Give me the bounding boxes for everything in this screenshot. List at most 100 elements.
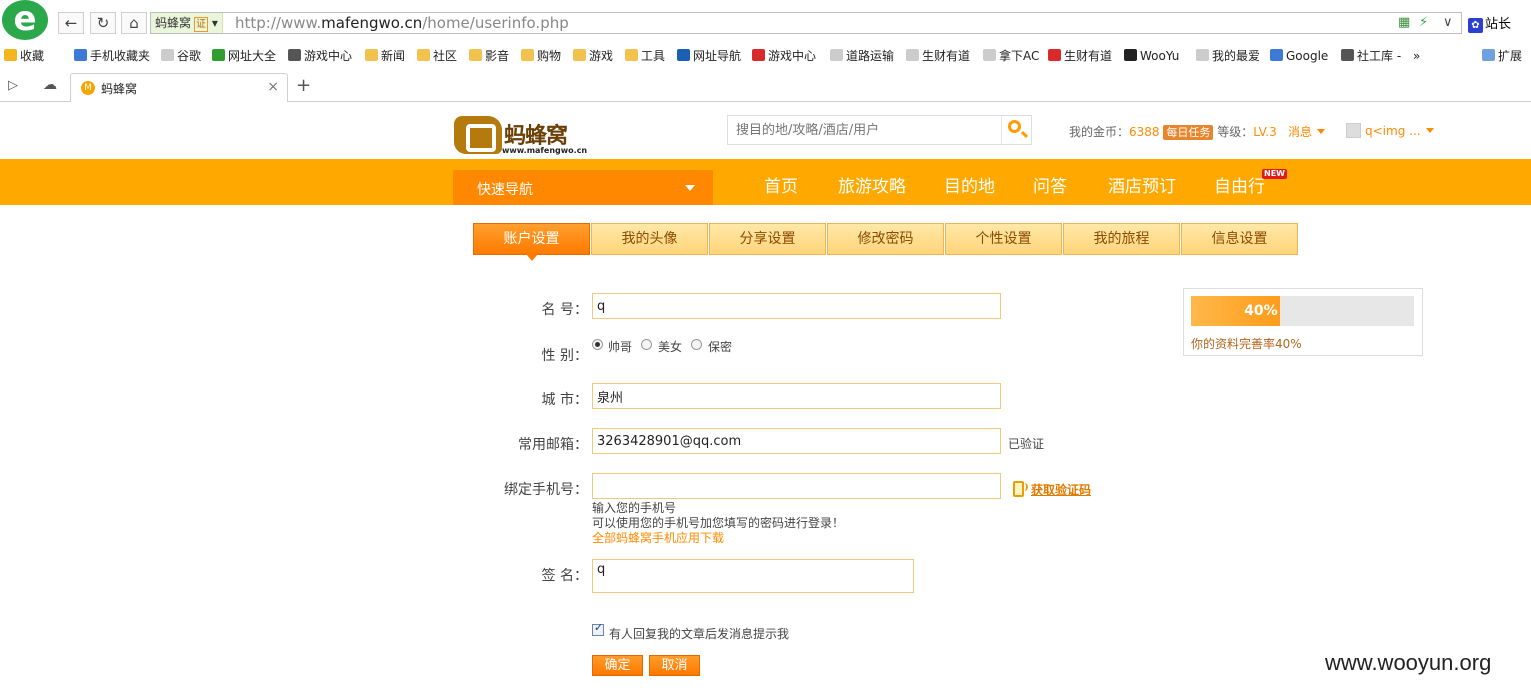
nav-free-travel[interactable]: 自由行 bbox=[1214, 172, 1265, 197]
bookmark-icon bbox=[1196, 49, 1209, 61]
qr-code-icon[interactable]: ▦ bbox=[1398, 15, 1410, 30]
bookmark-item[interactable]: 工具 bbox=[625, 48, 665, 64]
bookmark-item[interactable]: 收藏 bbox=[4, 48, 44, 64]
phone-input[interactable] bbox=[592, 473, 1001, 499]
tab-personal-settings[interactable]: 个性设置 bbox=[945, 223, 1062, 255]
bookmark-icon bbox=[1341, 49, 1354, 61]
user-menu[interactable]: q<img ... bbox=[1346, 123, 1434, 138]
daily-task-button[interactable]: 每日任务 bbox=[1163, 125, 1214, 140]
tab-title: 蚂蜂窝 bbox=[101, 82, 138, 96]
search-button[interactable] bbox=[1001, 116, 1031, 144]
bookmark-label: 影音 bbox=[485, 49, 510, 63]
bookmark-item[interactable]: 拿下AC bbox=[983, 48, 1039, 64]
bookmark-icon bbox=[1270, 49, 1283, 61]
cancel-button[interactable]: 取消 bbox=[649, 655, 700, 676]
bookmark-item[interactable]: WooYu bbox=[1124, 48, 1179, 64]
notify-label: 有人回复我的文章后发消息提示我 bbox=[609, 627, 790, 641]
search-box bbox=[727, 115, 1032, 145]
close-tab-icon[interactable]: × bbox=[267, 79, 279, 95]
refresh-icon[interactable]: ↻ bbox=[90, 12, 116, 34]
bookmark-item[interactable]: 新闻 bbox=[365, 48, 405, 64]
sidebar-toggle-icon[interactable]: ▷ bbox=[8, 78, 18, 93]
confirm-button[interactable]: 确定 bbox=[592, 655, 643, 676]
browser-tab[interactable]: M 蚂蜂窝 × bbox=[70, 73, 288, 102]
tab-strip: ▷ ☁ M 蚂蜂窝 × + bbox=[0, 70, 1531, 102]
gender-secret-radio[interactable] bbox=[691, 339, 702, 350]
bookmark-item[interactable]: 游戏 bbox=[573, 48, 613, 64]
gender-female-radio[interactable] bbox=[641, 339, 652, 350]
bookmark-item[interactable]: 网址大全 bbox=[212, 48, 276, 64]
bookmark-item[interactable]: 谷歌 bbox=[161, 48, 201, 64]
bookmark-item[interactable]: 游戏中心 bbox=[288, 48, 352, 64]
bookmark-icon bbox=[4, 49, 17, 61]
bookmark-label: 收藏 bbox=[20, 49, 45, 63]
app-download-link[interactable]: 全部蚂蜂窝手机应用下载 bbox=[592, 529, 724, 546]
bookmark-item[interactable]: 社区 bbox=[417, 48, 457, 64]
bookmark-icon bbox=[830, 49, 843, 61]
bookmark-item[interactable]: 网址导航 bbox=[677, 48, 741, 64]
get-code-link[interactable]: 获取验证码 bbox=[1031, 481, 1091, 498]
bookmark-item[interactable]: 生财有道 bbox=[1048, 48, 1112, 64]
gender-label: 性 别： bbox=[541, 348, 588, 364]
home-icon[interactable]: ⌂ bbox=[121, 12, 147, 34]
nav-home[interactable]: 首页 bbox=[764, 172, 798, 197]
bookmark-icon bbox=[365, 49, 378, 61]
new-tab-icon[interactable]: + bbox=[296, 75, 311, 96]
gender-male-radio[interactable] bbox=[592, 339, 603, 350]
name-input[interactable] bbox=[592, 293, 1001, 319]
signature-input[interactable]: q bbox=[592, 559, 914, 593]
cloud-icon[interactable]: ☁ bbox=[43, 77, 57, 93]
station-button[interactable]: ✿ 站长 bbox=[1468, 13, 1511, 33]
url-bar[interactable]: 蚂蜂窝证 ▾ http://www.mafengwo.cn/home/useri… bbox=[150, 12, 1462, 34]
bookmark-item[interactable]: 影音 bbox=[469, 48, 509, 64]
bookmark-item[interactable]: 我的最爱 bbox=[1196, 48, 1260, 64]
back-icon[interactable]: ← bbox=[58, 12, 84, 34]
tab-info-settings[interactable]: 信息设置 bbox=[1181, 223, 1298, 255]
tab-share-settings[interactable]: 分享设置 bbox=[709, 223, 826, 255]
tab-my-trips[interactable]: 我的旅程 bbox=[1063, 223, 1180, 255]
bookmark-icon bbox=[74, 49, 87, 61]
url-host: mafengwo.cn bbox=[321, 14, 423, 32]
bookmark-label: 游戏中心 bbox=[768, 49, 817, 63]
bookmark-item[interactable]: 道路运输 bbox=[830, 48, 894, 64]
url-text[interactable]: http://www.mafengwo.cn/home/userinfo.php bbox=[235, 13, 569, 33]
profile-completion-box: 40% 你的资料完善率40% bbox=[1183, 288, 1423, 356]
bookmark-item[interactable]: 购物 bbox=[521, 48, 561, 64]
site-identity-badge[interactable]: 蚂蜂窝证 ▾ bbox=[151, 13, 223, 33]
quick-nav-dropdown[interactable]: 快速导航 bbox=[453, 170, 713, 205]
bookmark-item[interactable]: 社工库 - bbox=[1341, 48, 1401, 64]
city-input[interactable] bbox=[592, 383, 1001, 409]
tab-avatar[interactable]: 我的头像 bbox=[591, 223, 708, 255]
nav-hotels[interactable]: 酒店预订 bbox=[1108, 172, 1176, 197]
more-bookmarks-icon[interactable]: » bbox=[1413, 48, 1420, 64]
messages-label: 消息 bbox=[1288, 125, 1313, 139]
nav-guides[interactable]: 旅游攻略 bbox=[838, 172, 906, 197]
nav-qa[interactable]: 问答 bbox=[1033, 172, 1067, 197]
tab-account-settings[interactable]: 账户设置 bbox=[473, 223, 590, 261]
gender-secret-label: 保密 bbox=[708, 340, 733, 354]
nav-destinations[interactable]: 目的地 bbox=[944, 172, 995, 197]
bookmark-item[interactable]: 手机收藏夹 bbox=[74, 48, 150, 64]
bookmark-icon bbox=[212, 49, 225, 61]
chevron-down-icon bbox=[1425, 128, 1434, 133]
watermark: www.wooyun.org bbox=[1325, 650, 1492, 675]
browser-logo-icon[interactable]: e bbox=[2, 0, 48, 40]
tab-change-password[interactable]: 修改密码 bbox=[827, 223, 944, 255]
progress-label: 你的资料完善率40% bbox=[1191, 337, 1302, 351]
bookmark-icon bbox=[288, 49, 301, 61]
lightning-icon[interactable]: ⚡ bbox=[1419, 15, 1428, 30]
notify-checkbox[interactable] bbox=[592, 621, 604, 636]
bookmark-icon bbox=[417, 49, 430, 61]
site-logo[interactable]: 蚂蜂窝 www.mafengwo.cn bbox=[452, 110, 587, 156]
gender-male-label: 帅哥 bbox=[608, 340, 633, 354]
bookmark-item[interactable]: 生财有道 bbox=[906, 48, 970, 64]
bookmark-label: 我的最爱 bbox=[1212, 49, 1261, 63]
extensions-button[interactable]: 扩展 bbox=[1482, 48, 1522, 64]
bookmark-item[interactable]: 游戏中心 bbox=[752, 48, 816, 64]
bookmark-item[interactable]: Google bbox=[1270, 48, 1328, 64]
dropdown-chevron-icon[interactable]: ∨ bbox=[1443, 15, 1453, 30]
email-input[interactable] bbox=[592, 428, 1001, 454]
search-input[interactable] bbox=[736, 122, 996, 139]
messages-menu[interactable]: 消息 bbox=[1288, 123, 1326, 140]
search-icon bbox=[1008, 120, 1021, 133]
